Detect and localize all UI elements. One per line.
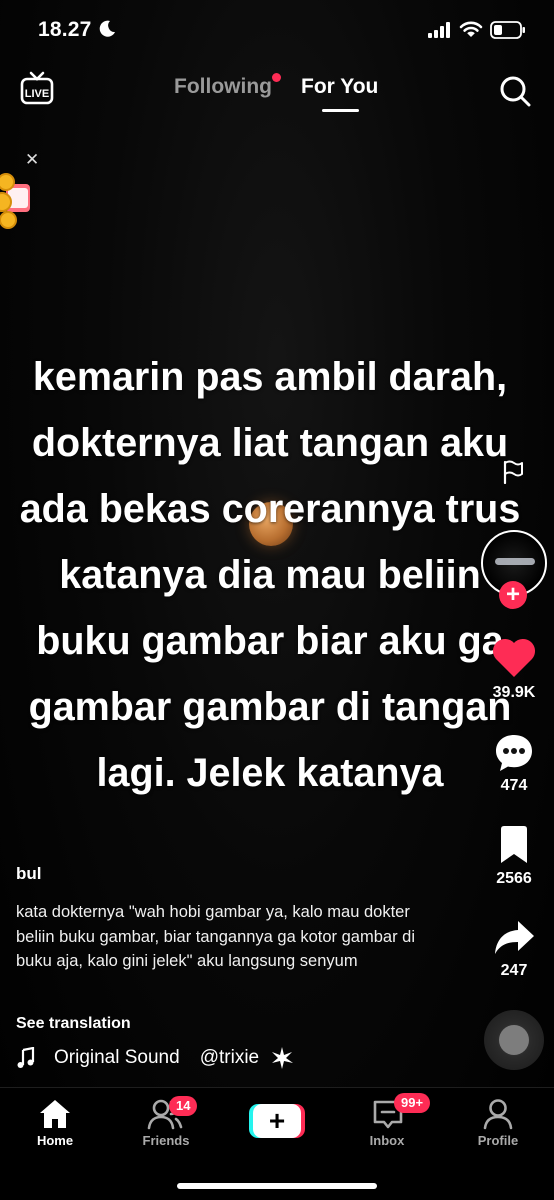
live-icon[interactable]: LIVE bbox=[20, 71, 54, 105]
inbox-badge: 99+ bbox=[394, 1093, 431, 1113]
heart-icon[interactable] bbox=[491, 637, 537, 679]
friends-badge: 14 bbox=[169, 1096, 198, 1116]
music-note-icon bbox=[17, 1047, 35, 1068]
follow-button[interactable]: + bbox=[499, 581, 527, 609]
bookmark-icon[interactable] bbox=[497, 825, 531, 865]
video-overlay-text: kemarin pas ambil darah, dokternya liat … bbox=[10, 344, 530, 806]
create-button[interactable]: + bbox=[249, 1104, 305, 1138]
plus-icon: + bbox=[253, 1104, 301, 1138]
bookmark-count: 2566 bbox=[496, 870, 532, 887]
status-time: 18.27 bbox=[38, 18, 92, 41]
sound-marquee[interactable]: Original Sound @trixie bbox=[54, 1047, 259, 1069]
overlay-line: dokternya liat tangan aku bbox=[31, 421, 509, 465]
overlay-line: kemarin pas ambil darah, bbox=[32, 355, 508, 399]
coin-gift-icon[interactable] bbox=[0, 170, 34, 232]
music-disc[interactable] bbox=[484, 1010, 544, 1070]
following-notification-dot bbox=[272, 73, 281, 82]
share-count: 247 bbox=[500, 962, 528, 979]
sparkle-icon bbox=[272, 1047, 293, 1069]
tab-following[interactable]: Following bbox=[174, 75, 272, 99]
post-description: kata dokternya "wah hobi gambar ya, kalo… bbox=[16, 903, 416, 970]
nav-home-label: Home bbox=[36, 1133, 74, 1148]
overlay-line: lagi. Jelek katanya bbox=[96, 751, 444, 795]
close-widget-icon[interactable]: ✕ bbox=[25, 150, 39, 170]
tab-for-you[interactable]: For You bbox=[301, 75, 378, 99]
music-disc-cover bbox=[499, 1025, 529, 1055]
tiktok-feed-screen: 18.27 LIVE Following For You ✕ kemarin p… bbox=[0, 0, 554, 1200]
overlay-line: gambar gambar di tangan bbox=[28, 685, 512, 729]
overlay-line: ada bekas corerannya trus bbox=[19, 487, 521, 531]
flag-icon[interactable] bbox=[502, 460, 524, 484]
nav-profile-label: Profile bbox=[477, 1133, 519, 1148]
share-icon[interactable] bbox=[492, 919, 536, 957]
comment-icon[interactable] bbox=[493, 732, 535, 774]
moon-status-icon bbox=[99, 20, 115, 37]
nav-inbox-label: Inbox bbox=[369, 1133, 405, 1148]
see-translation-link[interactable]: See translation bbox=[16, 1015, 131, 1033]
profile-icon bbox=[483, 1099, 513, 1130]
wifi-icon bbox=[459, 21, 483, 37]
post-username[interactable]: bul bbox=[16, 864, 42, 884]
avatar-cloud-image bbox=[495, 558, 535, 565]
cellular-signal-icon bbox=[428, 22, 450, 38]
active-tab-indicator bbox=[322, 109, 359, 112]
overlay-line: katanya dia mau beliin bbox=[59, 553, 481, 597]
home-indicator[interactable] bbox=[177, 1183, 377, 1189]
sound-name: Original Sound bbox=[54, 1047, 180, 1068]
sound-author: @trixie bbox=[199, 1047, 260, 1068]
search-icon[interactable] bbox=[499, 75, 531, 107]
home-icon bbox=[40, 1100, 70, 1128]
battery-icon bbox=[490, 21, 525, 39]
overlay-line: buku gambar biar aku ga bbox=[36, 619, 504, 663]
svg-text:LIVE: LIVE bbox=[25, 88, 49, 100]
nav-friends-label: Friends bbox=[142, 1133, 190, 1148]
comment-count: 474 bbox=[500, 777, 528, 794]
like-count: 39.9K bbox=[492, 684, 536, 701]
